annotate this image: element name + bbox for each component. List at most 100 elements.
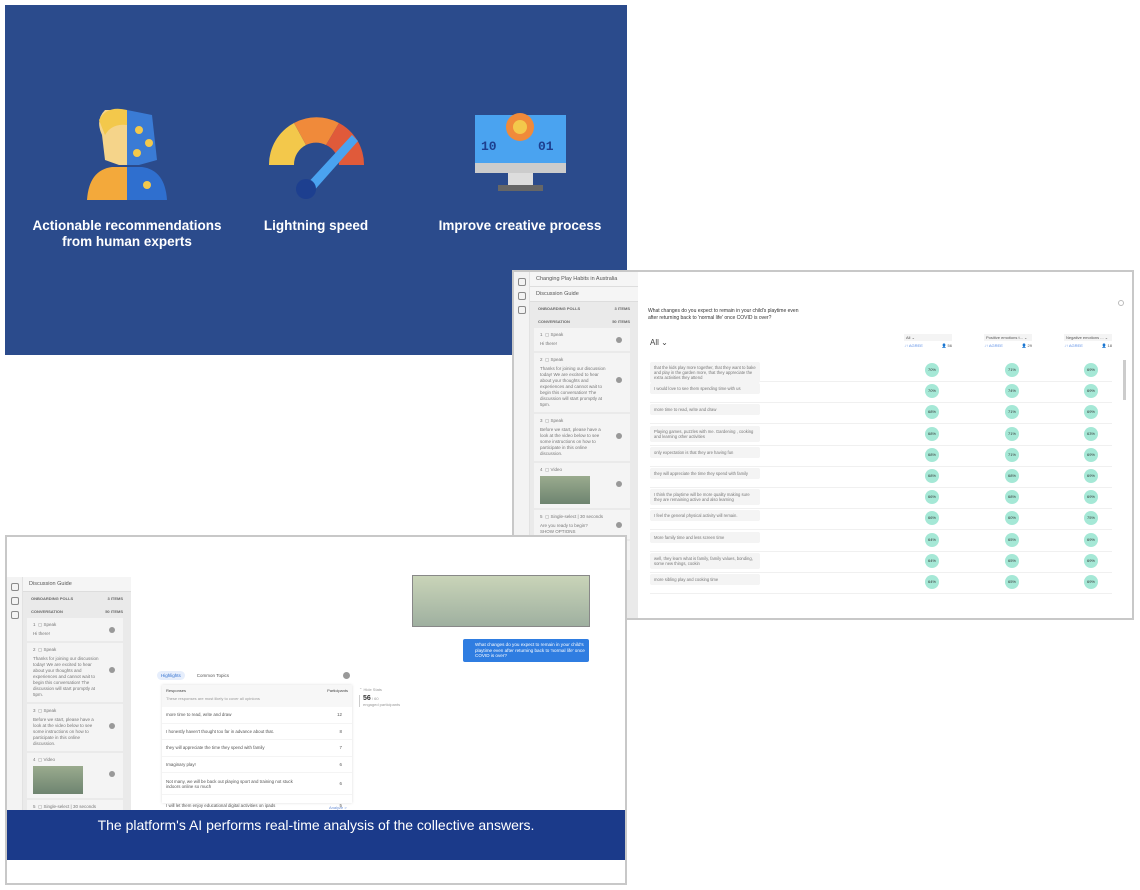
- chart-icon[interactable]: [517, 306, 526, 314]
- guide-item[interactable]: 2 ▢ Speak Thanks for joining our discussi…: [534, 353, 630, 412]
- response-row[interactable]: Not many, we will be back out playing sp…: [162, 773, 352, 795]
- agree-percent-pill: 69%: [1084, 363, 1098, 377]
- filter-dropdown[interactable]: All ⌄: [650, 338, 668, 347]
- table-row[interactable]: I would love to see them spending time w…: [650, 381, 1112, 404]
- chat-icon[interactable]: [10, 597, 19, 605]
- tab-common-topics[interactable]: Common Topics: [197, 671, 229, 680]
- check-icon: [616, 432, 622, 439]
- table-row[interactable]: well, they learn what is family, family …: [650, 551, 1112, 573]
- participant-video[interactable]: [412, 575, 590, 627]
- svg-text:01: 01: [538, 139, 554, 154]
- agree-percent-pill: 71%: [1005, 363, 1019, 377]
- conversation-section[interactable]: CONVERSATION 50 items: [23, 605, 131, 618]
- video-thumbnail[interactable]: [540, 476, 590, 504]
- project-title: Changing Play Habits in Australia: [530, 272, 638, 287]
- agree-percent-pill: 68%: [925, 447, 939, 462]
- scrollbar[interactable]: [1123, 360, 1126, 400]
- hide-stats-toggle[interactable]: ⌃ Hide Stats: [359, 687, 400, 692]
- chart-icon[interactable]: [10, 611, 19, 619]
- table-row[interactable]: Playing games, puzzles with me. Gardenin…: [650, 424, 1112, 446]
- response-text: I feel the general physical activity wil…: [650, 510, 760, 522]
- agree-percent-pill: 69%: [1084, 575, 1098, 589]
- agree-percent-pill: 65%: [1005, 553, 1019, 568]
- response-row[interactable]: they will appreciate the time they spend…: [162, 740, 352, 757]
- edit-icon[interactable]: [10, 583, 19, 591]
- agree-percent-pill: 69%: [1084, 532, 1098, 547]
- agree-percent-pill: 60%: [1005, 511, 1019, 526]
- response-text: only expectation is that they are having…: [650, 446, 760, 458]
- agree-percent-pill: 64%: [925, 553, 939, 568]
- agree-percent-pill: 69%: [1084, 490, 1098, 505]
- check-icon: [616, 376, 622, 383]
- agree-percent-pill: 63%: [1084, 426, 1098, 441]
- guide-item[interactable]: 2 ▢ Speak Thanks for joining our discussi…: [27, 643, 123, 702]
- agree-percent-pill: 71%: [1005, 405, 1019, 420]
- response-text: I would love to see them spending time w…: [650, 383, 760, 395]
- agree-percent-pill: 74%: [1005, 384, 1019, 399]
- conversation-section[interactable]: CONVERSATION 50 items: [530, 315, 638, 328]
- agree-percent-pill: 68%: [925, 469, 939, 483]
- guide-item[interactable]: 3 ▢ Speak Before we start, please have a …: [534, 414, 630, 461]
- edit-icon[interactable]: [517, 278, 526, 286]
- guide-title: Discussion Guide: [23, 577, 131, 592]
- table-row[interactable]: that the kids play more together, that t…: [650, 360, 1112, 383]
- chat-question-bubble: What changes do you expect to remain in …: [463, 639, 589, 662]
- check-icon: [343, 672, 350, 679]
- agree-percent-pill: 65%: [1005, 575, 1019, 589]
- agree-percent-pill: 68%: [925, 405, 939, 420]
- close-icon[interactable]: [1118, 300, 1124, 306]
- response-row[interactable]: I honestly haven't thought too far in ad…: [162, 724, 352, 740]
- table-row[interactable]: more time to read, write and draw 68% 71% 6…: [650, 402, 1112, 425]
- responses-table: Responses These responses are most likely…: [162, 685, 352, 817]
- check-icon: [109, 627, 115, 634]
- table-row[interactable]: I feel the general physical activity wil…: [650, 508, 1112, 531]
- agree-percent-pill: 69%: [1084, 405, 1098, 420]
- feature-creative: 10 01 Improve creative process: [420, 105, 620, 234]
- human-robot-icon: [87, 108, 167, 200]
- agree-percent-pill: 69%: [1084, 469, 1098, 483]
- response-text: well, they learn what is family, family …: [650, 552, 760, 569]
- check-icon: [109, 771, 115, 777]
- agree-percent-pill: 69%: [1084, 447, 1098, 462]
- analysis-tabs: Highlights Common Topics: [157, 671, 229, 680]
- response-text: they will appreciate the time they spend…: [650, 468, 760, 479]
- table-row[interactable]: they will appreciate the time they spend…: [650, 466, 1112, 488]
- agree-percent-pill: 64%: [925, 575, 939, 589]
- speedometer-icon: [268, 117, 364, 199]
- onboarding-section[interactable]: ONBOARDING POLLS 3 items: [530, 302, 638, 315]
- chat-icon[interactable]: [517, 292, 526, 300]
- check-icon: [616, 521, 622, 528]
- responses-subtitle: These responses are most likely to cover…: [166, 696, 260, 701]
- table-row[interactable]: more sibling play and cooking time 64% 65%…: [650, 572, 1112, 594]
- segment-column-header[interactable]: Positive emotions t... ⌄ ↓↑ AGREE 👤 29: [984, 334, 1032, 348]
- question-text: What changes do you expect to remain in …: [648, 308, 799, 321]
- response-text: more time to read, write and draw: [650, 404, 760, 416]
- tab-highlights[interactable]: Highlights: [157, 671, 185, 680]
- table-row[interactable]: only expectation is that they are having…: [650, 445, 1112, 467]
- agree-percent-pill: 71%: [1005, 447, 1019, 462]
- agree-percent-pill: 66%: [925, 511, 939, 526]
- svg-text:10: 10: [481, 139, 497, 154]
- agree-percent-pill: 65%: [1005, 532, 1019, 547]
- video-thumbnail[interactable]: [33, 766, 83, 794]
- guide-item[interactable]: 3 ▢ Speak Before we start, please have a …: [27, 704, 123, 751]
- guide-item[interactable]: 1 ▢ Speak Hi there!: [534, 328, 630, 351]
- feature-actionable: Actionable recommendations from human ex…: [27, 105, 227, 250]
- check-icon: [616, 337, 622, 344]
- guide-item[interactable]: 4 ▢ Video: [27, 753, 123, 798]
- response-row[interactable]: Imaginary play! 6: [162, 757, 352, 773]
- table-row[interactable]: More family time and less screen time 64%…: [650, 530, 1112, 552]
- agree-percent-pill: 66%: [925, 490, 939, 505]
- guide-item[interactable]: 1 ▢ Speak Hi there!: [27, 618, 123, 641]
- agree-percent-pill: 68%: [1005, 469, 1019, 483]
- response-text: More family time and less screen time: [650, 531, 760, 543]
- segment-column-header[interactable]: All ⌄ ↓↑ AGREE 👤 56: [904, 334, 952, 348]
- segment-column-header[interactable]: Negative emotions ... ⌄ ↓↑ AGREE 👤 18: [1064, 334, 1112, 348]
- agree-percent-pill: 71%: [1005, 426, 1019, 441]
- guide-item[interactable]: 4 ▢ Video: [534, 463, 630, 508]
- agree-percent-pill: 75%: [1084, 511, 1098, 526]
- onboarding-section[interactable]: ONBOARDING POLLS 3 items: [23, 592, 131, 605]
- agree-percent-pill: 70%: [925, 363, 939, 377]
- table-row[interactable]: I think the playtime will be more qualit…: [650, 487, 1112, 510]
- response-row[interactable]: more time to read, write and draw 12: [162, 707, 352, 724]
